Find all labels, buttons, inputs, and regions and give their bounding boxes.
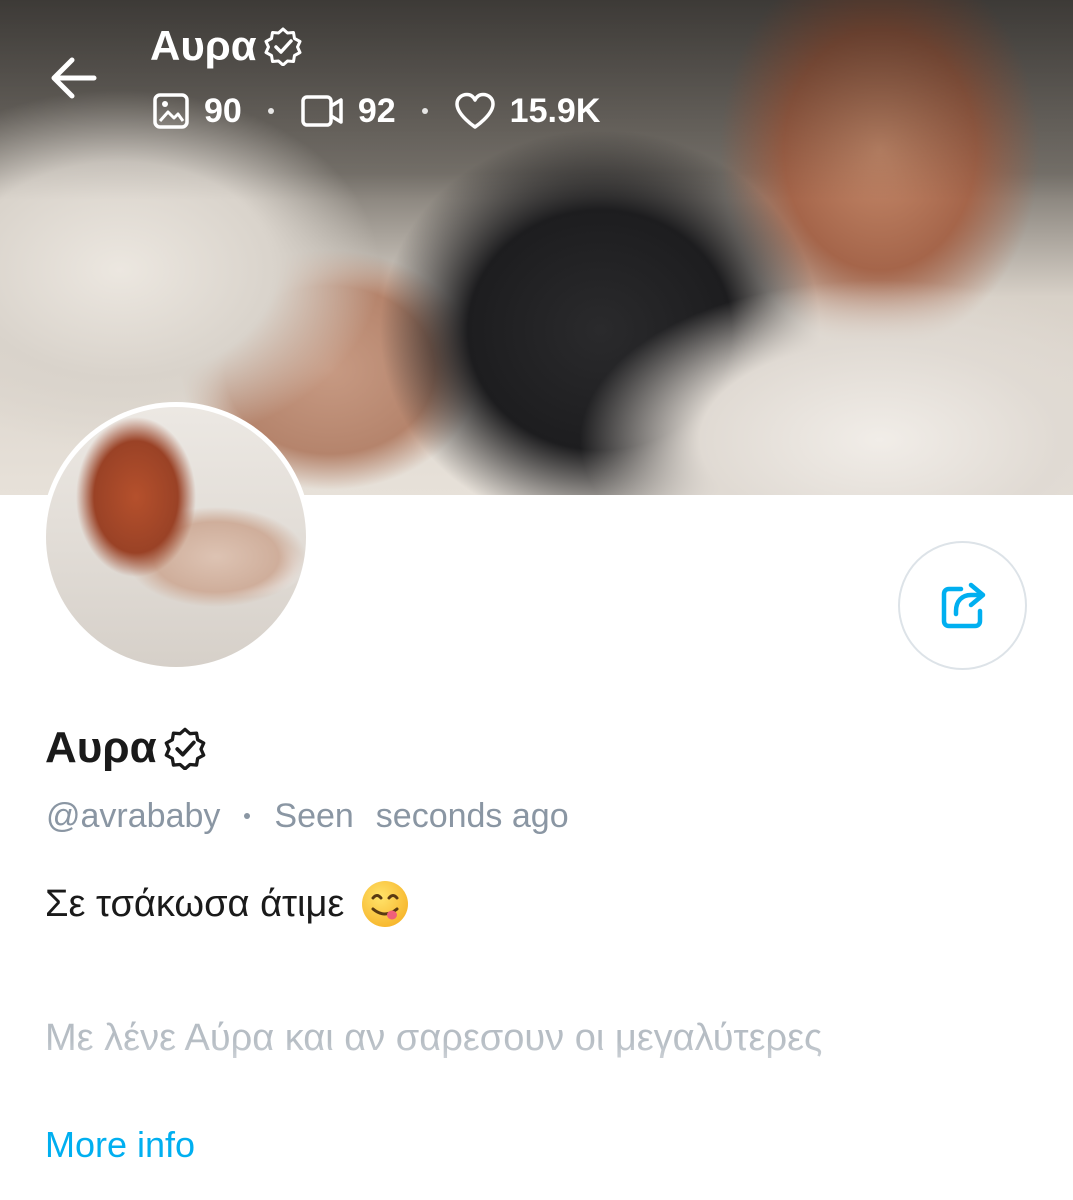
- bio-fade-overlay: [0, 1040, 1073, 1120]
- header-title: Αυρα: [150, 20, 303, 72]
- verified-badge-icon: [264, 27, 302, 66]
- back-button[interactable]: [46, 50, 102, 106]
- photos-count: 90: [204, 91, 242, 130]
- avatar[interactable]: [41, 402, 311, 672]
- avatar-image: [46, 407, 306, 667]
- arrow-left-icon: [51, 57, 97, 99]
- share-button[interactable]: [898, 541, 1027, 670]
- image-icon: [153, 93, 189, 129]
- profile-meta-row: @avrababy Seen seconds ago: [46, 793, 569, 839]
- profile-handle[interactable]: @avrababy: [46, 797, 220, 836]
- separator-dot: [421, 108, 428, 114]
- profile-page: Αυρα 90 92 15.9K Αυρα @avrababy Seen sec…: [0, 0, 1073, 1200]
- videos-stat: 92: [300, 92, 396, 131]
- verified-badge-icon: [164, 727, 206, 770]
- profile-name: Αυρα: [45, 718, 207, 778]
- likes-count: 15.9K: [509, 91, 601, 130]
- share-icon: [941, 582, 985, 628]
- more-info-link[interactable]: More info: [45, 1120, 195, 1170]
- header-display-name: Αυρα: [150, 22, 257, 69]
- profile-display-name: Αυρα: [45, 723, 157, 772]
- seen-time: seconds ago: [375, 796, 569, 835]
- photos-stat: 90: [152, 92, 242, 131]
- face-savoring-food-emoji-icon: [362, 881, 409, 927]
- separator-dot: [244, 813, 251, 819]
- seen-label: Seen: [274, 796, 354, 835]
- video-camera-icon: [301, 95, 343, 127]
- heart-icon: [454, 92, 495, 129]
- bio-first-line: Σε τσάκωσα άτιμε: [45, 874, 410, 934]
- separator-dot: [267, 108, 274, 114]
- videos-count: 92: [357, 91, 396, 130]
- bio-text: Σε τσάκωσα άτιμε: [45, 882, 345, 925]
- header-stats: 90 92 15.9K: [152, 88, 600, 134]
- likes-stat: 15.9K: [454, 91, 601, 131]
